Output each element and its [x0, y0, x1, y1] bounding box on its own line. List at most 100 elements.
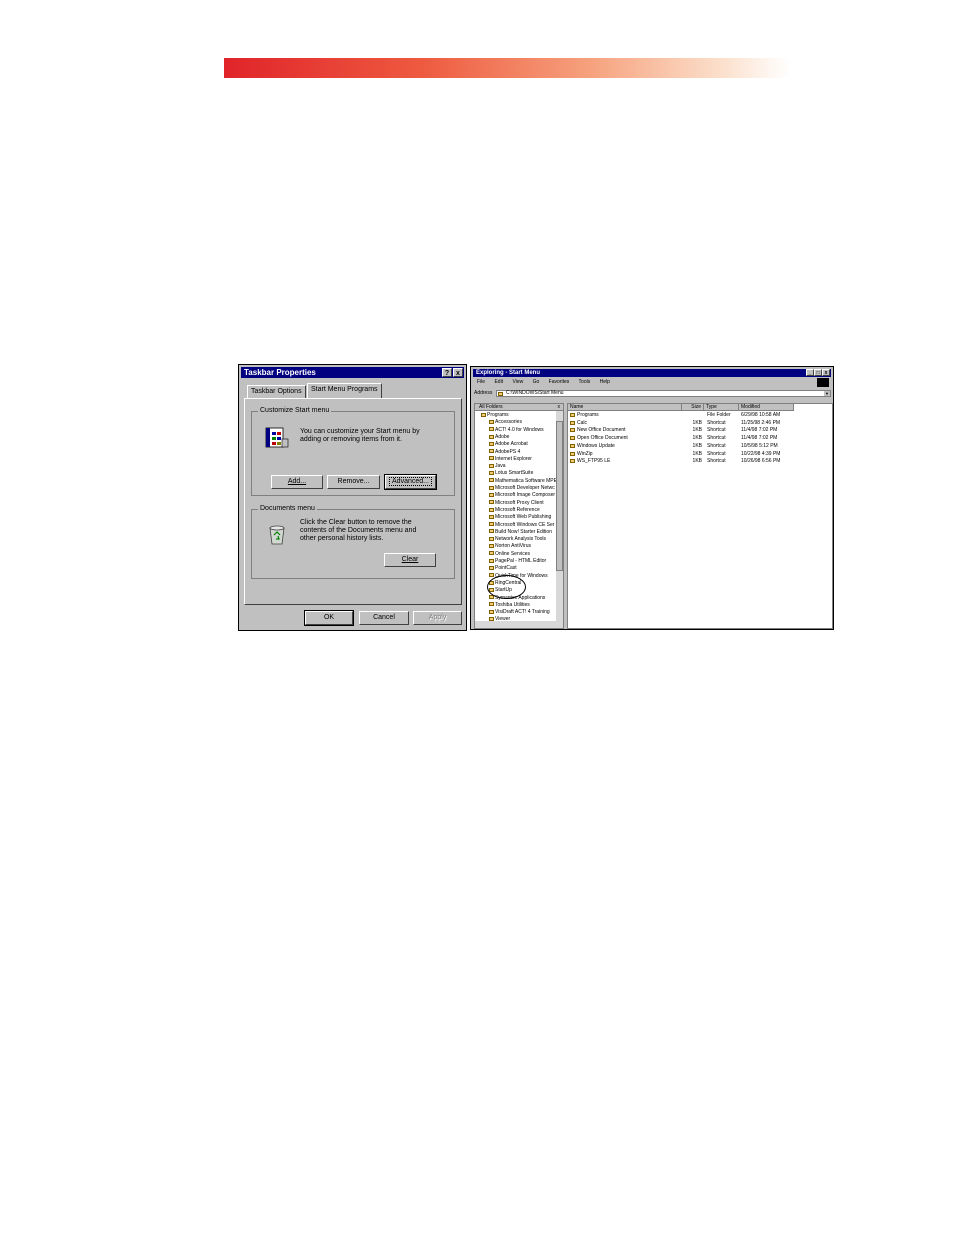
folder-icon [489, 558, 494, 563]
apply-button[interactable]: Apply [413, 611, 462, 625]
menu-tools[interactable]: Tools [579, 379, 591, 385]
folder-icon [489, 434, 494, 439]
documents-group-label: Documents menu [258, 505, 317, 513]
folder-icon [489, 522, 494, 527]
tree-item[interactable]: Network Analysis Tools [489, 536, 546, 543]
explorer-close-button[interactable]: x [822, 369, 830, 376]
maximize-button[interactable]: □ [814, 369, 822, 376]
folder-icon [489, 441, 494, 446]
tree-item[interactable]: Accessories [489, 419, 522, 426]
tree-item-label: Adobe Acrobat [495, 441, 528, 448]
cancel-button[interactable]: Cancel [359, 611, 409, 625]
highlight-circle [487, 575, 526, 599]
tree-item[interactable]: Microsoft Reference [489, 507, 540, 514]
tree-item[interactable]: Internet Explorer [489, 456, 532, 463]
tree-item[interactable]: Adobe [489, 434, 509, 441]
recycle-bin-icon [269, 525, 285, 545]
tree-vertical-scrollbar[interactable] [556, 411, 563, 621]
tab-start-menu-programs[interactable]: Start Menu Programs [307, 383, 382, 398]
menu-favorites[interactable]: Favorites [549, 379, 570, 385]
tree-item[interactable]: Adobe Acrobat [489, 441, 528, 448]
close-button[interactable]: x [453, 368, 463, 377]
tree-item[interactable]: Microsoft Image Composer [489, 492, 555, 499]
documents-description: Click the Clear button to remove the con… [300, 519, 417, 542]
tree-item[interactable]: Microsoft Windows CE Ser [489, 522, 554, 529]
menu-edit[interactable]: Edit [494, 379, 503, 385]
tree-item[interactable]: AdobePS 4 [489, 449, 520, 456]
tree-item[interactable]: PointCast [489, 565, 517, 572]
help-button[interactable]: ? [442, 368, 452, 377]
tree-item[interactable]: Java [489, 463, 506, 470]
folder-icon [489, 573, 494, 578]
tree-item-label: Adobe [495, 433, 510, 440]
folder-icon [489, 565, 494, 570]
column-name[interactable]: Name [568, 404, 682, 411]
tree-item[interactable]: Lotus SmartSuite [489, 470, 533, 477]
tree-item[interactable]: PagePal - HTML Editor [489, 558, 546, 565]
windows-logo-icon [817, 378, 829, 387]
tab-taskbar-options[interactable]: Taskbar Options [247, 385, 306, 398]
tree-item-label: Network Analysis Tools [495, 536, 547, 543]
menu-go[interactable]: Go [533, 379, 540, 385]
clear-button[interactable]: Clear [384, 553, 436, 567]
folder-icon [489, 449, 494, 454]
shortcut-icon [570, 428, 575, 433]
tree-close-icon[interactable]: x [558, 404, 561, 411]
tree-item[interactable]: Online Services [489, 551, 530, 558]
file-type: Shortcut [707, 458, 726, 465]
tree-item[interactable]: Microsoft Web Publishing [489, 514, 551, 521]
customize-description: You can customize your Start menu by add… [300, 428, 420, 443]
scroll-thumb[interactable] [556, 421, 563, 571]
tree-horizontal-scrollbar[interactable] [475, 621, 563, 628]
column-size[interactable]: Size [682, 404, 704, 411]
folder-icon [489, 427, 494, 432]
tree-item-label: Microsoft Reference [495, 506, 540, 513]
menu-file[interactable]: File [477, 379, 485, 385]
menu-bar: File Edit View Go Favorites Tools Help [477, 379, 618, 385]
folder-icon [570, 413, 575, 417]
tree-item-label: Accessories [495, 419, 522, 426]
folder-icon [489, 602, 494, 607]
dialog-titlebar: Taskbar Properties ? x [241, 367, 464, 378]
tree-item[interactable]: Norton AntiVirus [489, 543, 531, 550]
tree-item-label: AdobePS 4 [495, 448, 521, 455]
folder-icon [489, 507, 494, 512]
tree-item-label: Internet Explorer [495, 455, 532, 462]
tree-item-label: Build Now! Starter Edition [495, 528, 552, 535]
tree-item[interactable]: Microsoft Proxy Client [489, 500, 544, 507]
shortcut-icon [570, 451, 575, 456]
folder-icon [489, 544, 494, 549]
table-row[interactable]: WS_FTP95 LE 1KB Shortcut 10/26/98 6:56 PM [568, 457, 794, 465]
address-label: Address [474, 390, 493, 396]
address-input[interactable]: C:\WINDOWS\Start Menu ▼ [496, 390, 831, 397]
tree-item[interactable]: Toshiba Utilities [489, 602, 530, 609]
shortcut-icon [570, 459, 575, 464]
add-button[interactable]: Add... [271, 475, 323, 489]
menu-view[interactable]: View [512, 379, 523, 385]
tree-item[interactable]: Programs [481, 412, 509, 419]
remove-button[interactable]: Remove... [327, 475, 380, 489]
file-modified: 10/26/98 6:56 PM [741, 458, 781, 465]
tree-item[interactable]: Build Now! Starter Edition [489, 529, 552, 536]
tree-item-label: Microsoft Windows CE Ser [495, 521, 555, 528]
tree-item-label: Mathematica Software MPE [495, 477, 557, 484]
tree-item-label: Programs [487, 412, 509, 418]
tree-header-label: All Folders [479, 404, 503, 410]
ok-button[interactable]: OK [304, 610, 354, 626]
advanced-button[interactable]: Advanced... [384, 474, 437, 490]
minimize-button[interactable]: _ [806, 369, 814, 376]
address-value: C:\WINDOWS\Start Menu [506, 390, 564, 396]
column-modified[interactable]: Modified [739, 404, 794, 411]
menu-help[interactable]: Help [600, 379, 610, 385]
chevron-down-icon[interactable]: ▼ [824, 391, 830, 396]
folder-icon [489, 551, 494, 556]
column-type[interactable]: Type [704, 404, 739, 411]
remove-button-label: Remove... [337, 478, 370, 485]
tree-item[interactable]: Mathematica Software MPE [489, 478, 557, 485]
folder-icon [489, 485, 494, 490]
advanced-button-label: Advanced... [389, 477, 432, 486]
folder-icon [489, 419, 494, 424]
tree-item[interactable]: ACT! 4.0 for Windows [489, 427, 544, 434]
tree-item[interactable]: Microsoft Developer Netwc [489, 485, 555, 492]
tree-item[interactable]: VisiDraft ACT! 4 Training [489, 609, 550, 616]
